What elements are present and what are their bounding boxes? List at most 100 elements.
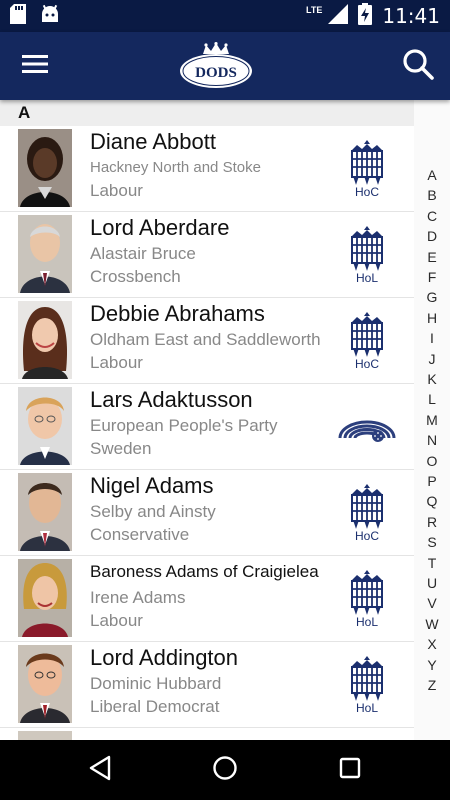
alphabet-index-letter[interactable]: G [414,287,450,307]
alphabet-index-letter[interactable]: Y [414,655,450,675]
alphabet-index-letter[interactable]: V [414,593,450,613]
alphabet-index-letter[interactable]: P [414,471,450,491]
contact-name: Diane Abbott [90,129,216,154]
avatar [18,301,72,379]
list-item[interactable] [0,728,414,740]
contact-party: Conservative [90,525,190,544]
alphabet-index-letter[interactable]: J [414,349,450,369]
house-of-lords-icon: HoL [338,224,396,285]
alphabet-index-letter[interactable]: W [414,614,450,634]
avatar [18,129,72,207]
contact-constituency: Oldham East and Saddleworth [90,330,321,349]
house-of-commons-icon: HoC [338,482,396,543]
alphabet-index-letter[interactable]: K [414,369,450,389]
european-parliament-icon [338,396,396,456]
contact-given-name: Irene Adams [90,588,186,607]
menu-button[interactable] [0,32,70,100]
contact-constituency: Alastair Bruce [90,244,196,263]
alphabet-index-letter[interactable]: B [414,185,450,205]
back-triangle-icon [88,755,112,786]
contact-name: Debbie Abrahams [90,301,265,326]
contact-party: Labour [90,181,143,200]
list-item[interactable]: Lord Aberdare Alastair Bruce Crossbench … [0,212,414,298]
hamburger-menu-icon [22,54,48,79]
alphabet-index-letter[interactable]: N [414,430,450,450]
svg-text:HoC: HoC [355,529,379,542]
alphabet-index-letter[interactable]: S [414,532,450,552]
list-item[interactable]: Lars Adaktusson European People's Party … [0,384,414,470]
alphabet-index-letter[interactable]: I [414,328,450,348]
house-of-commons-icon: HoC [338,138,396,199]
svg-text:HoC: HoC [355,185,379,198]
network-type-label: LTE [306,5,323,15]
avatar [18,387,72,465]
alphabet-index-letter[interactable]: T [414,553,450,573]
list-item[interactable]: Diane Abbott Hackney North and Stoke Lab… [0,126,414,212]
back-button[interactable] [80,750,120,790]
alphabet-index-letter[interactable]: D [414,226,450,246]
svg-text:HoC: HoC [355,357,379,370]
svg-text:HoL: HoL [356,271,378,284]
navigation-bar [0,740,450,800]
contact-name: Baroness Adams of Craigielea [90,562,319,581]
avatar [18,473,72,551]
svg-text:HoL: HoL [356,615,378,628]
contact-party: Labour [90,611,143,630]
svg-text:HoL: HoL [356,701,378,714]
list-item[interactable]: Debbie Abrahams Oldham East and Saddlewo… [0,298,414,384]
avatar [18,559,72,637]
section-header: A [0,100,414,126]
contact-name: Lord Addington [90,645,239,670]
house-of-commons-icon: HoC [338,310,396,371]
alphabet-index-letter[interactable]: A [414,165,450,185]
battery-charging-icon [358,2,373,30]
alphabet-index-letter[interactable]: E [414,247,450,267]
contact-party: Crossbench [90,267,181,286]
clock: 11:41 [382,4,440,28]
alphabet-index-letter[interactable]: M [414,410,450,430]
contact-party: Liberal Democrat [90,697,220,716]
contact-name: Lord Aberdare [90,215,230,240]
alphabet-index-letter[interactable]: F [414,267,450,287]
list-item[interactable]: Baroness Adams of Craigielea Irene Adams… [0,556,414,642]
house-of-lords-icon: HoL [338,568,396,629]
sd-card-icon [10,3,26,29]
alphabet-index-letter[interactable]: U [414,573,450,593]
alphabet-index[interactable]: A B C D E F G H I J K L M N O P Q R S T … [414,100,450,740]
dods-logo: DODS [178,42,254,90]
contact-constituency: Hackney North and Stoke [90,159,261,176]
svg-text:DODS: DODS [195,65,237,81]
alphabet-index-letter[interactable]: Q [414,491,450,511]
avatar [18,645,72,723]
contact-given-name: Dominic Hubbard [90,674,222,693]
home-button[interactable] [205,750,245,790]
status-bar: LTE 11:41 [0,0,450,32]
home-circle-icon [212,755,238,786]
list-item[interactable]: Nigel Adams Selby and Ainsty Conservativ… [0,470,414,556]
alphabet-index-letter[interactable]: O [414,451,450,471]
alphabet-index-letter[interactable]: R [414,512,450,532]
signal-icon [328,3,349,29]
avatar [18,215,72,293]
contact-group: European People's Party [90,416,278,435]
alphabet-index-letter[interactable]: L [414,389,450,409]
alphabet-index-letter[interactable]: C [414,206,450,226]
avatar [18,731,72,740]
contact-country: Sweden [90,439,152,458]
house-of-lords-icon: HoL [338,654,396,715]
recents-button[interactable] [330,750,370,790]
alphabet-index-letter[interactable]: Z [414,675,450,695]
list-item[interactable]: Lord Addington Dominic Hubbard Liberal D… [0,642,414,728]
search-icon [402,48,434,85]
member-list[interactable]: A Diane Abbott Hackney North and Stoke L… [0,100,414,740]
app-bar: DODS [0,32,450,100]
android-icon [40,4,60,29]
contact-constituency: Selby and Ainsty [90,502,216,521]
recents-square-icon [338,756,362,785]
alphabet-index-letter[interactable]: X [414,634,450,654]
contact-party: Labour [90,353,143,372]
contact-name: Nigel Adams [90,473,214,498]
contact-name: Lars Adaktusson [90,387,253,412]
alphabet-index-letter[interactable]: H [414,308,450,328]
search-button[interactable] [398,46,438,86]
